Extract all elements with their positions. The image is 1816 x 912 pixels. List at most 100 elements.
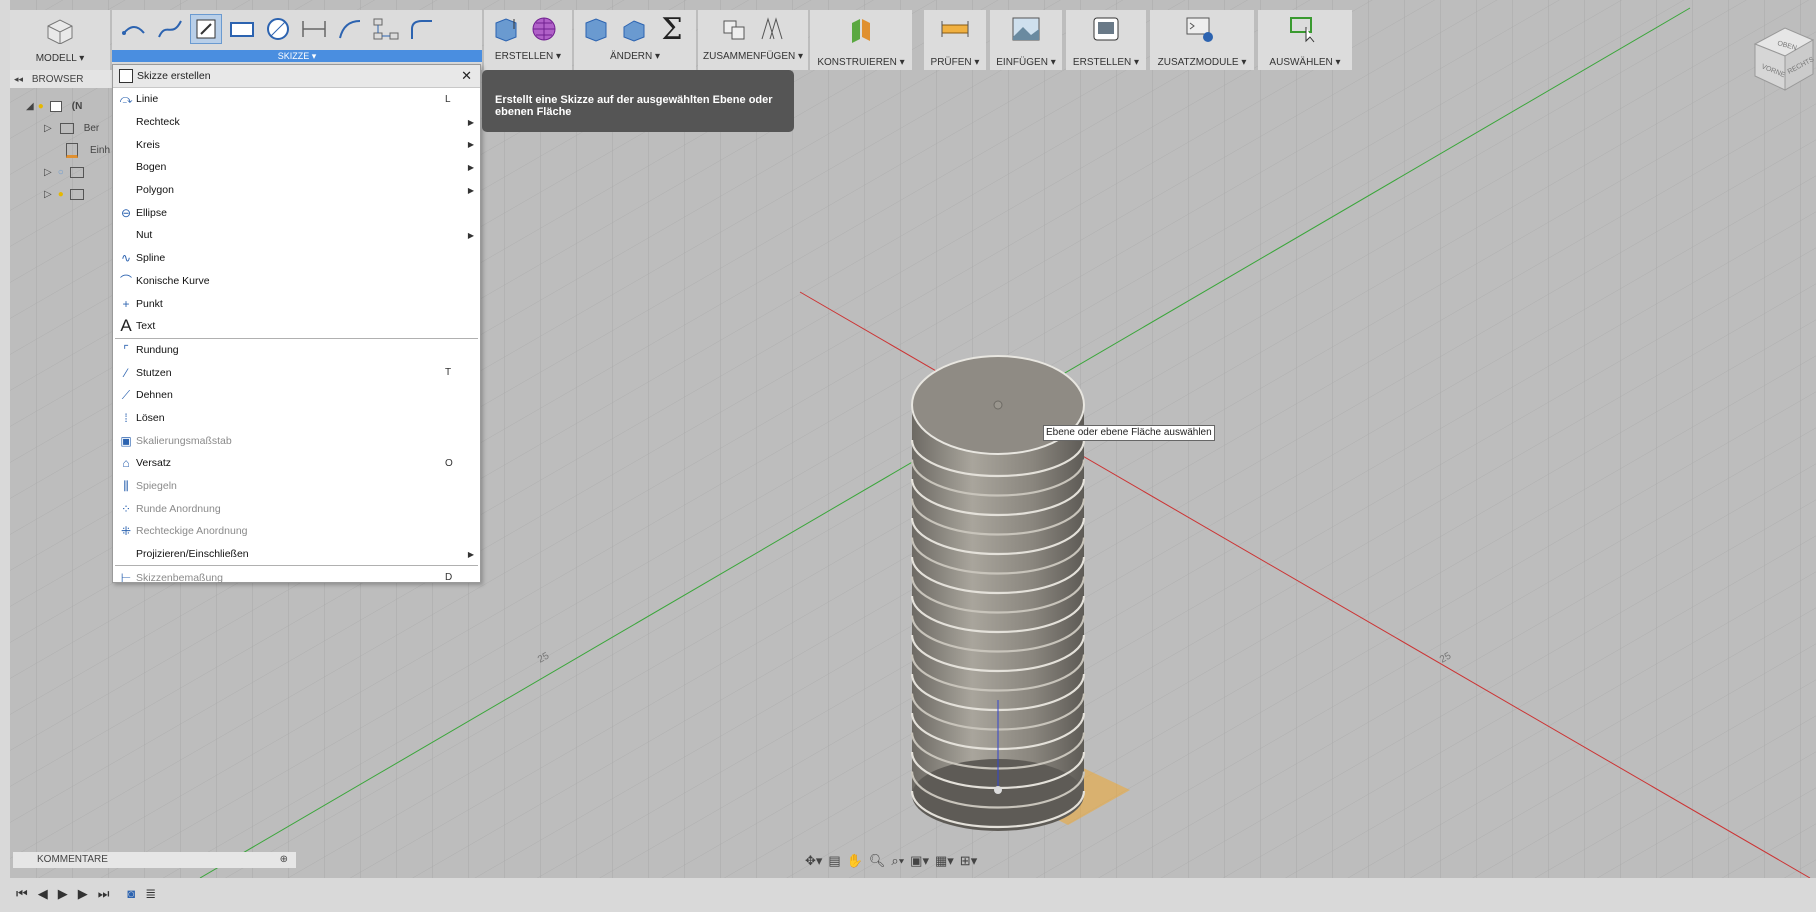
menu-item-label: Punkt xyxy=(136,297,163,310)
menu-item-kreis[interactable]: Kreis ▶ xyxy=(113,133,480,156)
timeline-body-icon[interactable]: ◙ xyxy=(127,886,135,902)
dimension-icon: ⊢ xyxy=(120,570,132,585)
create-sketch-menu-item[interactable]: Skizze erstellen ✕ xyxy=(113,65,480,88)
tree-row-label: Ber xyxy=(83,122,100,134)
rect-pattern-tool-button[interactable] xyxy=(370,14,402,44)
go-to-end-icon[interactable]: ⏭ xyxy=(98,886,110,902)
menu-item-nut[interactable]: Nut ▶ xyxy=(113,224,480,247)
fillet-3d-button[interactable] xyxy=(618,14,650,44)
tree-row-ber[interactable]: ▷ Ber xyxy=(44,118,99,138)
pan-icon[interactable]: ✋ xyxy=(847,853,863,869)
menu-item-rundung[interactable]: ⌜ Rundung xyxy=(113,339,480,362)
menu-item-label: Rundung xyxy=(136,343,179,356)
go-to-start-icon[interactable]: ⏮ xyxy=(16,886,28,902)
aendern-menu-label[interactable]: ÄNDERN ▾ xyxy=(574,51,696,62)
extrude-button[interactable] xyxy=(490,14,522,44)
play-icon[interactable]: ▶ xyxy=(58,886,68,902)
menu-item-ellipse[interactable]: ⊖ Ellipse xyxy=(113,201,480,224)
submenu-arrow-icon: ▶ xyxy=(467,230,474,240)
konstruieren-menu-label[interactable]: KONSTRUIEREN ▾ xyxy=(810,57,912,68)
ellipse-icon: ⊖ xyxy=(120,205,132,220)
menu-item-polygon[interactable]: Polygon ▶ xyxy=(113,179,480,202)
expand-triangle-icon: ▷ xyxy=(44,166,52,178)
skizze-menu-label[interactable]: SKIZZE ▾ xyxy=(112,50,482,62)
menu-item-bogen[interactable]: Bogen ▶ xyxy=(113,156,480,179)
new-component-button[interactable] xyxy=(718,14,750,44)
menu-item-versatz[interactable]: ⌂ Versatz O xyxy=(113,452,480,475)
timeline-feature-icon[interactable]: ≣ xyxy=(145,886,156,902)
offset-plane-button[interactable] xyxy=(845,14,877,44)
menu-item-skalierungsmaßstab[interactable]: ▣ Skalierungsmaßstab xyxy=(113,429,480,452)
spline-tool-button[interactable] xyxy=(154,14,186,44)
form-button[interactable] xyxy=(528,14,560,44)
viewports-icon[interactable]: ⊞▾ xyxy=(960,853,977,869)
origin-dot xyxy=(994,786,1002,794)
step-forward-icon[interactable]: ▶ xyxy=(78,886,88,902)
modell-workspace-group[interactable]: MODELL ▾ xyxy=(10,10,110,70)
scripts-button[interactable] xyxy=(1184,14,1216,44)
menu-item-punkt[interactable]: + Punkt xyxy=(113,292,480,315)
zusammenfuegen-menu-label[interactable]: ZUSAMMENFÜGEN ▾ xyxy=(698,51,808,62)
step-back-icon[interactable]: ◀ xyxy=(38,886,48,902)
view-cube[interactable]: OBEN VORNE RECHTS xyxy=(1745,14,1816,96)
menu-item-spline[interactable]: ∿ Spline xyxy=(113,247,480,270)
menu-item-konische-kurve[interactable]: ⌒ Konische Kurve xyxy=(113,270,480,293)
menu-item-text[interactable]: A Text xyxy=(113,315,480,338)
circle-tool-button[interactable] xyxy=(262,14,294,44)
look-at-icon[interactable]: ▤ xyxy=(828,853,840,869)
mirror-icon: ⫼ xyxy=(123,478,129,493)
menu-item-stutzen[interactable]: ⁄ Stutzen T xyxy=(113,361,480,384)
modell-menu-label[interactable]: MODELL ▾ xyxy=(10,53,110,64)
tree-row-folder-b[interactable]: ▷ ● xyxy=(44,184,84,204)
menu-item-label: Skalierungsmaßstab xyxy=(136,434,232,447)
joint-button[interactable] xyxy=(756,14,788,44)
orbit-icon[interactable]: ✥▾ xyxy=(805,853,822,869)
comments-panel[interactable]: KOMMENTARE ⊕ xyxy=(13,852,296,868)
pruefen-menu-label[interactable]: PRÜFEN ▾ xyxy=(924,57,986,68)
create-sketch-button[interactable] xyxy=(190,14,222,44)
line-tool-button[interactable] xyxy=(118,14,150,44)
select-plane-hint: Ebene oder ebene Fläche auswählen xyxy=(1043,425,1215,441)
browser-panel-header[interactable]: ◂◂ BROWSER xyxy=(10,70,112,88)
add-comment-icon[interactable]: ⊕ xyxy=(280,852,288,868)
erstellen-menu-label[interactable]: ERSTELLEN ▾ xyxy=(484,51,572,62)
fillet-tool-button[interactable] xyxy=(406,14,438,44)
zoom-window-icon[interactable]: ⌕▾ xyxy=(891,853,904,869)
menu-item-lösen[interactable]: ⁞ Lösen xyxy=(113,407,480,430)
einfuegen-menu-label[interactable]: EINFÜGEN ▾ xyxy=(990,57,1062,68)
create-sketch-icon xyxy=(196,19,216,39)
menu-item-runde-anordnung[interactable]: ⁘ Runde Anordnung xyxy=(113,497,480,520)
auswaehlen-menu-label[interactable]: AUSWÄHLEN ▾ xyxy=(1258,57,1352,68)
menu-item-projizieren-einschließen[interactable]: Projizieren/Einschließen ▶ xyxy=(113,543,480,566)
zoom-icon[interactable]: 🔍︎ xyxy=(869,853,886,869)
zusatzmodule-menu-label[interactable]: ZUSATZMODULE ▾ xyxy=(1150,57,1254,68)
lightbulb-icon: ● xyxy=(37,100,44,112)
arc-tool-button[interactable] xyxy=(334,14,366,44)
menu-item-skizzenbemaßung[interactable]: ⊢ Skizzenbemaßung D xyxy=(113,566,480,589)
close-icon[interactable]: ✕ xyxy=(461,68,472,84)
line-icon xyxy=(122,26,145,35)
insert-image-button[interactable] xyxy=(1010,14,1042,44)
tree-row-folder-a[interactable]: ▷ ○ xyxy=(44,162,84,182)
rectangle-tool-button[interactable] xyxy=(226,14,258,44)
menu-item-dehnen[interactable]: ⟋ Dehnen xyxy=(113,384,480,407)
collapse-browser-icon[interactable]: ◂◂ xyxy=(14,74,23,84)
menu-item-spiegeln[interactable]: ⫼ Spiegeln xyxy=(113,475,480,498)
erstellen2-menu-label[interactable]: ERSTELLEN ▾ xyxy=(1066,57,1146,68)
pruefen-group: PRÜFEN ▾ xyxy=(924,10,986,70)
display-settings-icon[interactable]: ▣▾ xyxy=(910,853,929,869)
menu-item-rechteck[interactable]: Rechteck ▶ xyxy=(113,111,480,134)
grid-settings-icon[interactable]: ▦▾ xyxy=(935,853,954,869)
dimension-tool-button[interactable] xyxy=(298,14,330,44)
tree-row-einh[interactable]: Einh xyxy=(66,140,110,160)
units-icon xyxy=(66,142,78,158)
parameters-button[interactable]: Σ xyxy=(656,12,688,47)
press-pull-button[interactable] xyxy=(580,14,612,44)
tree-row-root[interactable]: ◢ ● (N xyxy=(26,96,82,116)
select-button[interactable] xyxy=(1288,14,1320,44)
measure-button[interactable] xyxy=(939,14,971,44)
menu-item-rechteckige-anordnung[interactable]: ⁜ Rechteckige Anordnung xyxy=(113,520,480,543)
erstellen2-group: ERSTELLEN ▾ xyxy=(1066,10,1146,70)
render-button[interactable] xyxy=(1090,14,1122,44)
menu-item-linie[interactable]: ⤼ Linie L xyxy=(113,88,480,111)
